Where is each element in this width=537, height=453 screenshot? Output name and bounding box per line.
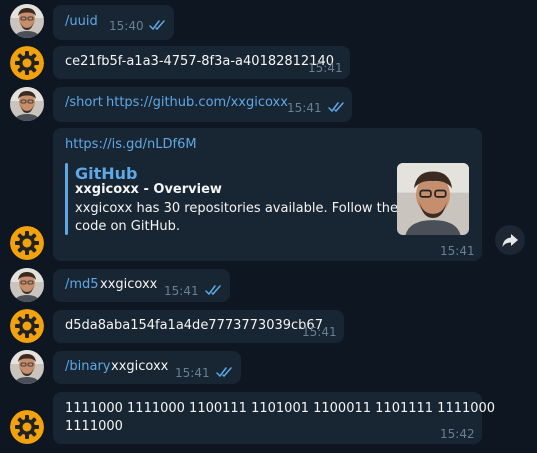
preview-site-name: GitHub — [75, 164, 138, 183]
message-bubble[interactable]: /binary xxgicoxx 15:41 — [53, 351, 241, 384]
user-avatar[interactable] — [10, 268, 44, 302]
message-text: 1111000 1111000 1100111 1101001 1100011 … — [65, 401, 496, 416]
command-link[interactable]: /binary — [65, 358, 111, 376]
message-text: d5da8aba154fa1a4de7773773039cb67 — [65, 318, 323, 333]
message-bubble[interactable]: 1111000 1111000 1100111 1101001 1100011 … — [53, 392, 495, 444]
double-check-icon — [149, 19, 167, 31]
command-link[interactable]: /uuid — [65, 13, 98, 31]
forward-button[interactable] — [495, 225, 525, 255]
message-text: 1111000 — [65, 419, 123, 434]
message-time: 15:41 — [164, 284, 199, 298]
double-check-icon — [328, 101, 346, 113]
message-bubble[interactable]: d5da8aba154fa1a4de7773773039cb67 15:41 — [53, 310, 344, 343]
preview-description: code on GitHub. — [75, 219, 180, 234]
double-check-icon — [216, 366, 234, 378]
bot-avatar[interactable] — [10, 410, 44, 444]
command-link[interactable]: /short — [65, 94, 103, 112]
message-bubble[interactable]: ce21fb5f-a1a3-4757-8f3a-a40182812140 15:… — [53, 46, 350, 79]
short-url-link[interactable]: https://is.gd/nLDf6M — [65, 136, 197, 154]
message-time: 15:41 — [175, 366, 210, 380]
message-text: ce21fb5f-a1a3-4757-8f3a-a40182812140 — [65, 54, 335, 69]
message-time: 15:41 — [440, 244, 475, 258]
double-check-icon — [205, 284, 223, 296]
message-time: 15:40 — [109, 19, 144, 33]
url-link[interactable]: https://github.com/xxgicoxx — [106, 94, 288, 112]
user-avatar[interactable] — [10, 4, 44, 38]
message-bubble[interactable]: /md5 xxgicoxx 15:41 — [53, 269, 230, 302]
preview-accent-bar — [65, 163, 68, 235]
message-bubble[interactable]: /uuid 15:40 — [53, 5, 174, 40]
message-time: 15:42 — [440, 427, 475, 441]
preview-image — [397, 163, 469, 235]
user-avatar[interactable] — [10, 350, 44, 384]
message-text: xxgicoxx — [100, 277, 158, 292]
bot-avatar[interactable] — [10, 46, 44, 80]
share-arrow-icon — [502, 234, 518, 247]
user-avatar[interactable] — [10, 87, 44, 121]
command-link[interactable]: /md5 — [65, 276, 99, 294]
bot-avatar[interactable] — [10, 309, 44, 343]
message-time: 15:41 — [308, 61, 343, 75]
bot-avatar[interactable] — [10, 226, 44, 260]
message-bubble[interactable]: /short https://github.com/xxgicoxx 15:41 — [53, 87, 352, 122]
message-text: xxgicoxx — [111, 359, 169, 374]
message-time: 15:41 — [287, 101, 322, 115]
preview-description: xxgicoxx has 30 repositories available. … — [75, 201, 407, 216]
message-time: 15:41 — [302, 325, 337, 339]
preview-title: xxgicoxx - Overview — [75, 182, 222, 197]
